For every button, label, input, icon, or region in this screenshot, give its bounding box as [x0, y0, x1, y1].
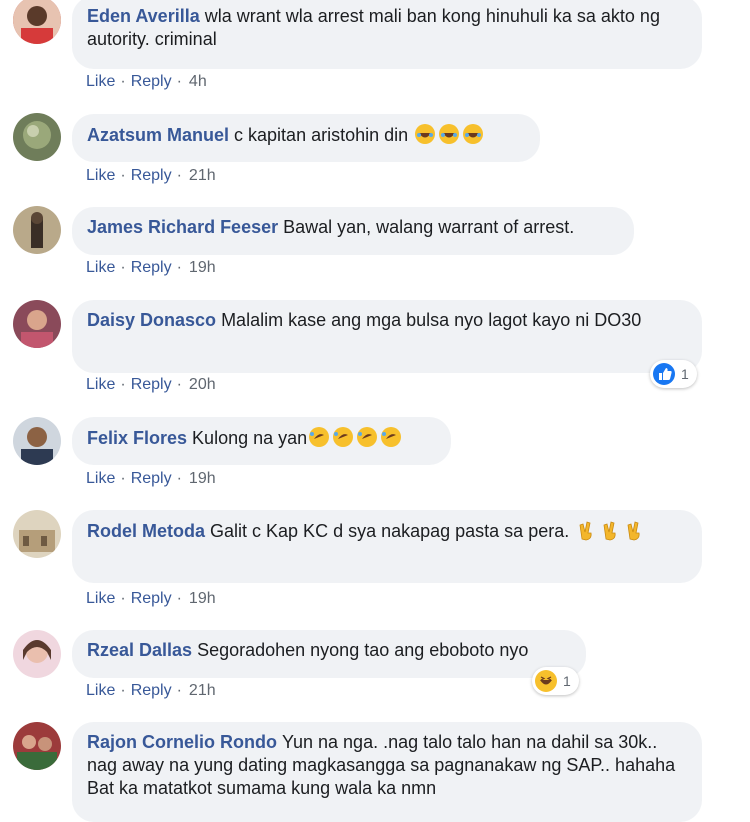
comment-time[interactable]: 21h: [189, 167, 216, 184]
reply-button[interactable]: Reply: [131, 682, 172, 699]
victory-hand-emoji-icon: [622, 521, 646, 541]
like-button[interactable]: Like: [86, 376, 115, 393]
like-button[interactable]: Like: [86, 590, 115, 607]
comment-author[interactable]: Rodel Metoda: [87, 521, 205, 541]
avatar[interactable]: [13, 510, 61, 558]
reply-button[interactable]: Reply: [131, 259, 172, 276]
victory-hand-emoji-icon: [574, 521, 598, 541]
comment-actions: Like · Reply · 19h: [86, 259, 216, 276]
avatar[interactable]: [13, 417, 61, 465]
comment-time[interactable]: 20h: [189, 376, 216, 393]
comment-time[interactable]: 19h: [189, 259, 216, 276]
like-reaction-icon: [653, 363, 675, 385]
laughing-emoji-icon: [461, 124, 485, 145]
reply-button[interactable]: Reply: [131, 167, 172, 184]
comment-bubble: Rodel Metoda Galit c Kap KC d sya nakapag…: [72, 510, 702, 583]
reaction-count-badge[interactable]: 1: [650, 360, 697, 388]
rofl-emoji-icon: [307, 427, 331, 448]
comment-actions: Like · Reply · 21h: [86, 167, 216, 184]
comment-author[interactable]: Daisy Donasco: [87, 310, 216, 330]
rofl-emoji-icon: [355, 427, 379, 448]
victory-hand-emoji-icon: [598, 521, 622, 541]
comment-actions: Like · Reply · 19h: [86, 470, 216, 487]
reply-button[interactable]: Reply: [131, 470, 172, 487]
comment-author[interactable]: Azatsum Manuel: [87, 125, 229, 145]
comment-author[interactable]: Rajon Cornelio Rondo: [87, 732, 277, 752]
haha-reaction-icon: [535, 670, 557, 692]
reply-button[interactable]: Reply: [131, 73, 172, 90]
avatar[interactable]: [13, 630, 61, 678]
laughing-emoji-icon: [437, 124, 461, 145]
like-button[interactable]: Like: [86, 167, 115, 184]
avatar[interactable]: [13, 300, 61, 348]
comment-bubble: Eden Averilla wla wrant wla arrest mali b…: [72, 0, 702, 69]
comment-text: Bawal yan, walang warrant of arrest.: [283, 217, 575, 237]
comment-actions: Like · Reply · 21h: [86, 682, 216, 699]
comment-actions: Like · Reply · 19h: [86, 590, 216, 607]
comment-author[interactable]: James Richard Feeser: [87, 217, 278, 237]
comment-bubble: Daisy Donasco Malalim kase ang mga bulsa …: [72, 300, 702, 373]
rofl-emoji-icon: [379, 427, 403, 448]
comment-bubble: Rzeal Dallas Segoradohen nyong tao ang eb…: [72, 630, 586, 678]
comment-bubble: Rajon Cornelio Rondo Yun na nga. .nag tal…: [72, 722, 702, 822]
avatar[interactable]: [13, 113, 61, 161]
comment-author[interactable]: Felix Flores: [87, 428, 187, 448]
comment-text: Galit c Kap KC d sya nakapag pasta sa pe…: [210, 521, 570, 541]
comment-author[interactable]: Eden Averilla: [87, 6, 200, 26]
avatar[interactable]: [13, 0, 61, 44]
comment-bubble: Felix Flores Kulong na yan: [72, 417, 451, 465]
comment-actions: Like · Reply · 4h: [86, 73, 207, 90]
like-button[interactable]: Like: [86, 259, 115, 276]
comment-text: Malalim kase ang mga bulsa nyo lagot kay…: [221, 310, 642, 330]
comment-actions: Like · Reply · 20h: [86, 376, 216, 393]
rofl-emoji-icon: [331, 427, 355, 448]
avatar[interactable]: [13, 206, 61, 254]
like-button[interactable]: Like: [86, 682, 115, 699]
comment-time[interactable]: 4h: [189, 73, 207, 90]
reply-button[interactable]: Reply: [131, 376, 172, 393]
comment-time[interactable]: 21h: [189, 682, 216, 699]
laughing-emoji-icon: [413, 124, 437, 145]
comment-time[interactable]: 19h: [189, 590, 216, 607]
like-button[interactable]: Like: [86, 73, 115, 90]
comment-text: Kulong na yan: [192, 428, 308, 448]
comment-text: c kapitan aristohin din: [234, 125, 409, 145]
comment-time[interactable]: 19h: [189, 470, 216, 487]
comment-author[interactable]: Rzeal Dallas: [87, 640, 192, 660]
avatar[interactable]: [13, 722, 61, 770]
reply-button[interactable]: Reply: [131, 590, 172, 607]
comment-bubble: James Richard Feeser Bawal yan, walang wa…: [72, 207, 634, 255]
reaction-count-badge[interactable]: 1: [532, 667, 579, 695]
like-button[interactable]: Like: [86, 470, 115, 487]
comment-bubble: Azatsum Manuel c kapitan aristohin din: [72, 114, 540, 162]
comment-text: Segoradohen nyong tao ang eboboto nyo: [197, 640, 529, 660]
